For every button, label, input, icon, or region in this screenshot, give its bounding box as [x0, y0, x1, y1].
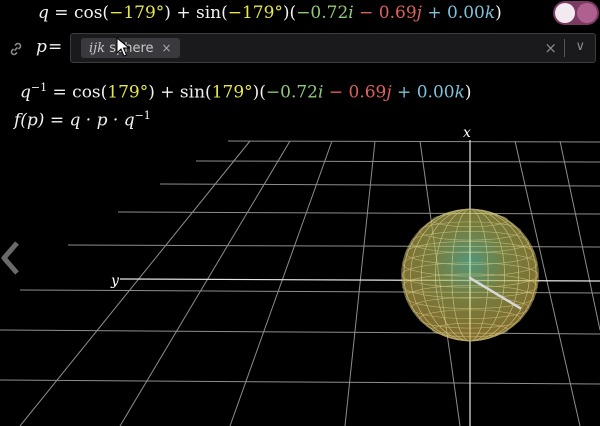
cos-text: cos( [72, 82, 108, 103]
x-axis-label: x [463, 125, 471, 141]
k-coefficient: 0.00 [447, 3, 485, 23]
chip-ijk-label: ijk [89, 41, 106, 56]
equals-sign: = [54, 3, 74, 23]
k-operator: + [391, 82, 417, 103]
angle-value: 179° [107, 82, 149, 103]
grid-line [229, 140, 333, 426]
grid-line [117, 211, 600, 215]
chevron-left-icon[interactable] [0, 240, 20, 276]
mouse-cursor-icon [116, 37, 130, 57]
grid-line [195, 160, 600, 163]
link-icon[interactable] [8, 41, 24, 57]
equals-sign: = [47, 82, 73, 103]
f-argument: (p) [20, 110, 45, 131]
paren-text: ) [495, 3, 502, 23]
paren-text: )( [252, 82, 266, 103]
p-input-row: p = ijk sphere × × ∨ [0, 33, 600, 65]
grid-line [344, 140, 376, 426]
y-axis-label: y [110, 273, 120, 289]
chip-remove-icon[interactable]: × [162, 41, 172, 55]
chevron-down-icon[interactable]: ∨ [575, 39, 585, 54]
grid-line [19, 140, 251, 426]
grid-line [559, 140, 600, 331]
sin-text: ) + sin( [164, 3, 228, 23]
paren-text: )( [282, 3, 297, 23]
grid-line [0, 329, 600, 335]
q-symbol: q [20, 82, 31, 103]
equals-sign: = [44, 110, 70, 131]
k-symbol: k [454, 82, 465, 103]
angle-value: −179° [227, 3, 283, 23]
k-coefficient: 0.00 [416, 82, 455, 103]
grid-line [159, 183, 600, 187]
sin-text: ) + sin( [148, 82, 212, 103]
i-coefficient: −0.72 [296, 3, 349, 23]
q-inverse-formula[interactable]: q−1 = cos(179°) + sin(179°)(−0.72i − 0.6… [20, 77, 472, 104]
p-symbol: p [36, 37, 47, 57]
p-input-field[interactable]: ijk sphere × × ∨ [70, 33, 596, 63]
paren-text: ) [464, 82, 472, 103]
grid-line [227, 140, 600, 143]
toggle-knob [555, 3, 575, 23]
inverse-exponent: −1 [134, 109, 151, 122]
f-of-p-formula[interactable]: f(p) = q · p · q−1 [14, 105, 151, 132]
cos-text: cos( [73, 3, 110, 23]
j-operator: − [323, 82, 349, 103]
plot-toggle[interactable] [553, 1, 599, 25]
j-coefficient: 0.69 [378, 3, 417, 23]
equals-sign: = [48, 37, 63, 57]
clear-icon[interactable]: × [544, 39, 557, 57]
q-symbol: q [38, 3, 49, 23]
inverse-exponent: −1 [30, 81, 48, 94]
i-coefficient: −0.72 [265, 82, 319, 103]
k-symbol: k [484, 3, 496, 23]
angle-value: −179° [109, 3, 165, 23]
j-operator: − [353, 3, 379, 23]
ijk-sphere [401, 208, 539, 342]
f-rhs: q · p · q [69, 110, 135, 131]
grid-line [0, 379, 600, 385]
ijk-sphere-chip[interactable]: ijk sphere × [81, 38, 180, 58]
j-coefficient: 0.69 [348, 82, 387, 103]
angle-value: 179° [211, 82, 253, 103]
plot-toggle-icon [577, 3, 597, 23]
k-operator: + [421, 3, 447, 23]
q-formula[interactable]: q = cos(−179°) + sin(−179°)(−0.72i − 0.6… [38, 2, 502, 24]
divider [564, 39, 565, 57]
